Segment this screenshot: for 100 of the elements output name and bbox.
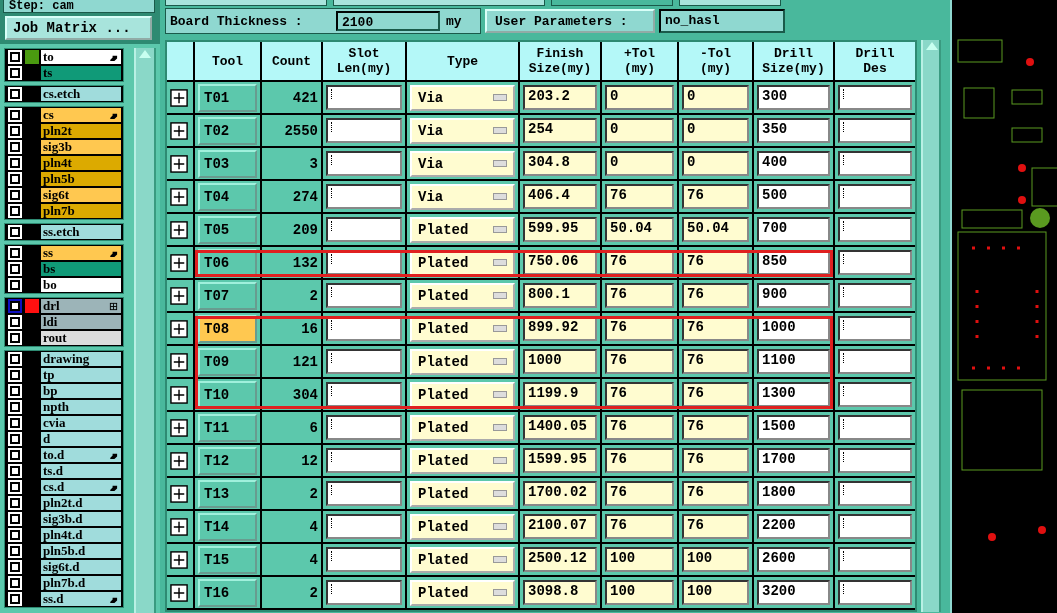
plus-icon[interactable]: [170, 319, 189, 338]
tool-button[interactable]: T05: [198, 215, 257, 244]
slot-length-field[interactable]: [326, 415, 402, 440]
tool-button[interactable]: T04: [198, 182, 257, 211]
tool-button[interactable]: T10: [198, 380, 257, 409]
finish-size-field[interactable]: 1400.05: [523, 415, 597, 440]
drill-designator-field[interactable]: [838, 448, 912, 473]
slot-length-field[interactable]: [326, 580, 402, 605]
layer-name[interactable]: ss.d: [41, 592, 121, 606]
type-dropdown[interactable]: Plated: [410, 447, 515, 474]
plus-tolerance-field[interactable]: 76: [605, 283, 674, 308]
slot-length-field[interactable]: [326, 349, 402, 374]
layer-checkbox[interactable]: [10, 89, 20, 99]
slot-length-field[interactable]: [326, 382, 402, 407]
layer-checkbox[interactable]: [10, 578, 20, 588]
drill-size-field[interactable]: 900: [757, 283, 830, 308]
layer-checkbox[interactable]: [10, 333, 20, 343]
plus-tolerance-field[interactable]: 76: [605, 448, 674, 473]
plus-tolerance-field[interactable]: 76: [605, 514, 674, 539]
drill-size-field[interactable]: 2200: [757, 514, 830, 539]
type-dropdown[interactable]: Via: [410, 117, 515, 144]
drill-designator-field[interactable]: [838, 316, 912, 341]
drill-size-field[interactable]: 350: [757, 118, 830, 143]
drill-size-field[interactable]: 2600: [757, 547, 830, 572]
minus-tolerance-field[interactable]: 0: [682, 151, 749, 176]
finish-size-field[interactable]: 1599.95: [523, 448, 597, 473]
minus-tolerance-field[interactable]: 50.04: [682, 217, 749, 242]
tool-button[interactable]: T12: [198, 446, 257, 475]
finish-size-field[interactable]: 304.8: [523, 151, 597, 176]
layer-checkbox[interactable]: [10, 142, 20, 152]
plus-tolerance-field[interactable]: 76: [605, 184, 674, 209]
drill-size-field[interactable]: 400: [757, 151, 830, 176]
finish-size-field[interactable]: 2500.12: [523, 547, 597, 572]
minus-tolerance-field[interactable]: 100: [682, 580, 749, 605]
drill-designator-field[interactable]: [838, 547, 912, 572]
layer-name[interactable]: d: [41, 432, 121, 446]
minus-tolerance-field[interactable]: 76: [682, 283, 749, 308]
slot-length-field[interactable]: [326, 118, 402, 143]
plus-tolerance-field[interactable]: 100: [605, 580, 674, 605]
tool-button[interactable]: T09: [198, 347, 257, 376]
job-matrix-button[interactable]: Job Matrix ...: [5, 16, 152, 40]
minus-tolerance-field[interactable]: 76: [682, 184, 749, 209]
layer-name[interactable]: tp: [41, 368, 121, 382]
tool-button[interactable]: T15: [198, 545, 257, 574]
slot-length-field[interactable]: [326, 514, 402, 539]
minus-tolerance-field[interactable]: 76: [682, 448, 749, 473]
drill-designator-field[interactable]: [838, 250, 912, 275]
layer-checkbox[interactable]: [10, 174, 20, 184]
slot-length-field[interactable]: [326, 481, 402, 506]
drill-designator-field[interactable]: [838, 151, 912, 176]
scrollbar[interactable]: [921, 40, 941, 612]
minus-tolerance-field[interactable]: 0: [682, 85, 749, 110]
layer-name[interactable]: sig3b: [41, 140, 121, 154]
layer-name[interactable]: drawing: [41, 352, 121, 366]
drill-size-field[interactable]: 1500: [757, 415, 830, 440]
layer-name[interactable]: drl: [41, 299, 121, 313]
slot-length-field[interactable]: [326, 151, 402, 176]
layer-name[interactable]: ss: [41, 246, 121, 260]
plus-tolerance-field[interactable]: 0: [605, 118, 674, 143]
tool-button[interactable]: T01: [198, 83, 257, 112]
layer-checkbox[interactable]: [10, 418, 20, 428]
tool-button[interactable]: T11: [198, 413, 257, 442]
drill-size-field[interactable]: 1100: [757, 349, 830, 374]
type-dropdown[interactable]: Plated: [410, 480, 515, 507]
drill-designator-field[interactable]: [838, 481, 912, 506]
type-dropdown[interactable]: Plated: [410, 579, 515, 606]
type-dropdown[interactable]: Plated: [410, 414, 515, 441]
type-dropdown[interactable]: Plated: [410, 282, 515, 309]
finish-size-field[interactable]: 1000: [523, 349, 597, 374]
layer-name[interactable]: pln7b: [41, 204, 121, 218]
layer-checkbox[interactable]: [10, 227, 20, 237]
finish-size-field[interactable]: 1700.02: [523, 481, 597, 506]
layer-name[interactable]: pln7b.d: [41, 576, 121, 590]
layer-checkbox[interactable]: [10, 280, 20, 290]
plus-tolerance-field[interactable]: 76: [605, 349, 674, 374]
layer-checkbox[interactable]: [10, 498, 20, 508]
type-dropdown[interactable]: Plated: [410, 546, 515, 573]
tool-button[interactable]: T02: [198, 116, 257, 145]
layer-checkbox[interactable]: [10, 594, 20, 604]
layer-name[interactable]: bp: [41, 384, 121, 398]
plus-icon[interactable]: [170, 88, 189, 107]
type-dropdown[interactable]: Via: [410, 183, 515, 210]
type-dropdown[interactable]: Via: [410, 150, 515, 177]
tool-button[interactable]: T14: [198, 512, 257, 541]
finish-size-field[interactable]: 800.1: [523, 283, 597, 308]
slot-length-field[interactable]: [326, 184, 402, 209]
drill-designator-field[interactable]: [838, 118, 912, 143]
minus-tolerance-field[interactable]: 0: [682, 118, 749, 143]
tool-button[interactable]: T16: [198, 578, 257, 607]
type-dropdown[interactable]: Plated: [410, 216, 515, 243]
layer-checkbox[interactable]: [10, 546, 20, 556]
layer-name[interactable]: rout: [41, 331, 121, 345]
plus-icon[interactable]: [170, 418, 189, 437]
layer-name[interactable]: cs.etch: [41, 87, 121, 101]
plus-icon[interactable]: [170, 121, 189, 140]
tool-button[interactable]: T03: [198, 149, 257, 178]
layer-name[interactable]: pln2t: [41, 124, 121, 138]
drill-size-field[interactable]: 700: [757, 217, 830, 242]
drill-designator-field[interactable]: [838, 283, 912, 308]
drill-size-field[interactable]: 3200: [757, 580, 830, 605]
